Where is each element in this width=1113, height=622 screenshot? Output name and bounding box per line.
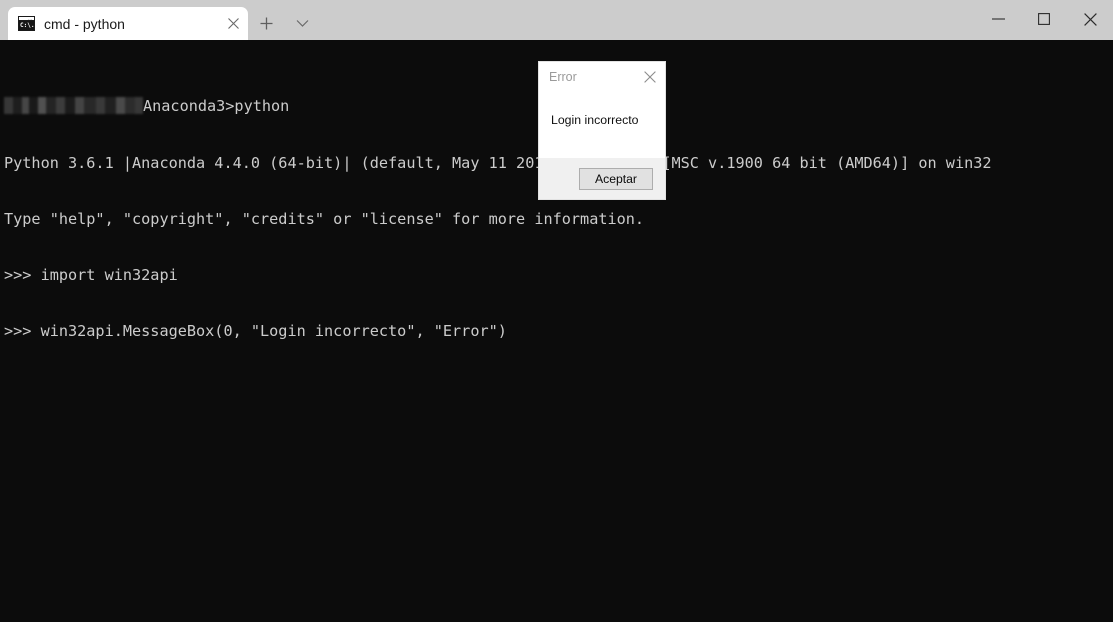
terminal-line-text: Anaconda3>python	[143, 97, 290, 116]
tab-close-icon[interactable]	[218, 9, 248, 39]
tab-strip: ··· C:\. cmd - python	[0, 0, 320, 40]
terminal-line-messagebox: >>> win32api.MessageBox(0, "Login incorr…	[4, 321, 507, 340]
tab-cmd-python[interactable]: ··· C:\. cmd - python	[8, 7, 248, 40]
console-icon: ··· C:\.	[18, 16, 35, 31]
new-tab-button[interactable]	[248, 7, 284, 40]
window-close-button[interactable]	[1067, 0, 1113, 38]
plus-icon	[260, 17, 273, 30]
terminal-line-import: >>> import win32api	[4, 265, 178, 284]
dialog-title: Error	[549, 69, 577, 84]
close-icon	[1083, 12, 1097, 26]
dialog-body: Login incorrecto	[539, 91, 665, 158]
chevron-down-icon	[296, 19, 309, 28]
window-titlebar: ··· C:\. cmd - python	[0, 0, 1113, 40]
window-controls	[975, 0, 1113, 40]
dialog-close-button[interactable]	[635, 64, 665, 90]
redacted-path	[4, 97, 143, 115]
close-icon	[644, 70, 656, 83]
tab-dropdown-button[interactable]	[284, 7, 320, 40]
titlebar-drag-area	[320, 0, 975, 40]
dialog-footer: Aceptar	[539, 158, 665, 199]
terminal-line-help: Type "help", "copyright", "credits" or "…	[4, 209, 645, 228]
error-dialog: Error Login incorrecto Aceptar	[539, 62, 665, 199]
minimize-icon	[991, 18, 1005, 20]
dialog-accept-button[interactable]: Aceptar	[579, 167, 653, 190]
window-maximize-button[interactable]	[1021, 0, 1067, 38]
window-minimize-button[interactable]	[975, 0, 1021, 38]
dialog-message: Login incorrecto	[551, 113, 639, 127]
tab-label: cmd - python	[44, 15, 125, 32]
maximize-icon	[1038, 13, 1050, 25]
console-icon-text: C:\.	[19, 21, 34, 30]
dialog-titlebar: Error	[539, 62, 665, 91]
